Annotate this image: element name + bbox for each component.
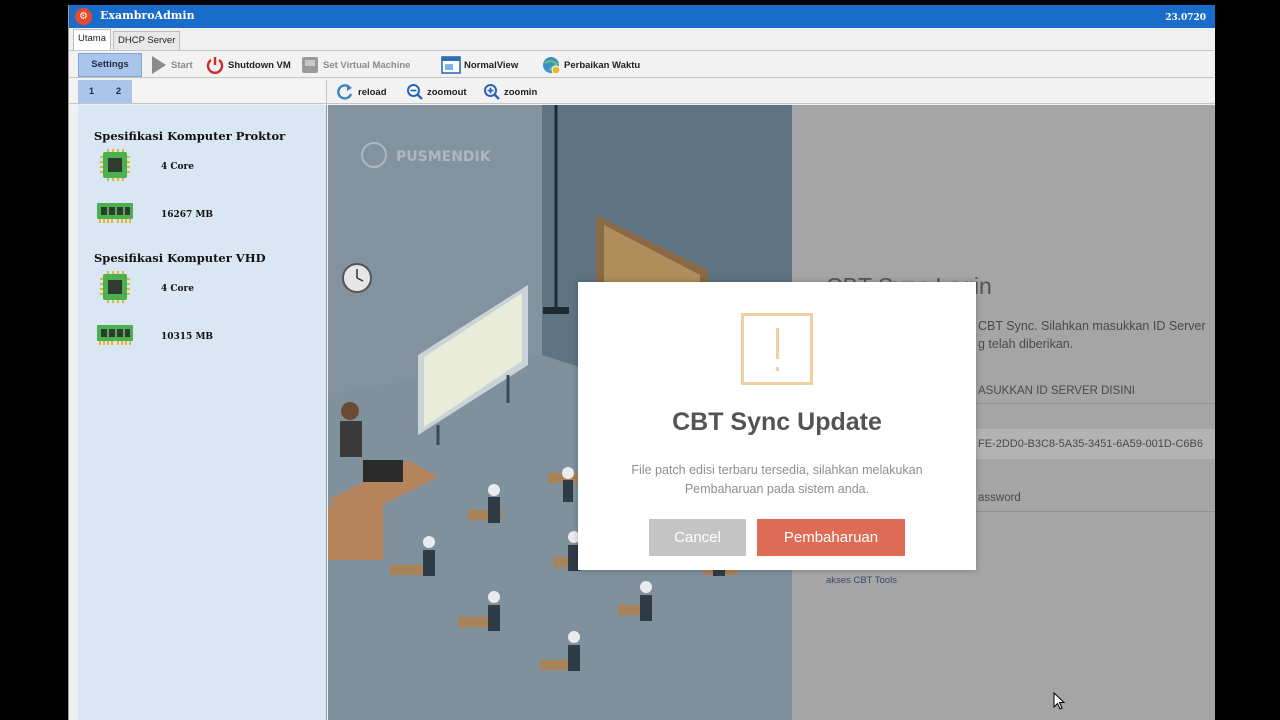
vhd-cpu-value: 4 Core xyxy=(161,284,195,294)
server-id-placeholder[interactable]: ASUKKAN ID SERVER DISINI xyxy=(978,385,1135,397)
page-selector: 1 2 xyxy=(78,80,132,103)
dialog-message-line-1: File patch edisi terbaru tersedia, silah… xyxy=(631,463,923,477)
zoomin-label: zoomin xyxy=(504,86,538,98)
tab-strip: Utama DHCP Server xyxy=(69,29,1215,51)
proktor-ram-row: 16267 MB xyxy=(96,201,213,229)
pusmendik-watermark: PUSMENDIK xyxy=(396,149,492,165)
power-icon xyxy=(205,55,225,75)
server-id-value: FE-2DD0-B3C8-5A35-3451-6A59-001D-C6B6 xyxy=(978,438,1204,450)
app-logo-icon: ⚙ xyxy=(75,8,92,25)
login-desc-2: g telah diberikan. xyxy=(978,337,1074,351)
vhd-ram-value: 10315 MB xyxy=(161,332,214,342)
virtual-machine-icon xyxy=(300,55,320,75)
zoomout-label: zoomout xyxy=(427,86,467,98)
proktor-cpu-row: 4 Core xyxy=(96,148,194,186)
shutdown-vm-button[interactable]: Shutdown VM xyxy=(205,54,291,76)
globe-clock-icon xyxy=(541,55,561,75)
dialog-title: CBT Sync Update xyxy=(672,408,882,436)
vhd-ram-row: 10315 MB xyxy=(96,323,213,351)
tab-dhcp-server[interactable]: DHCP Server xyxy=(113,31,181,50)
pager-spacer xyxy=(132,80,327,103)
dialog-message-line-2: Pembaharuan pada sistem anda. xyxy=(684,482,870,496)
pembaharuan-button[interactable]: Pembaharuan xyxy=(757,519,905,556)
cpu-chip-icon xyxy=(96,148,134,186)
settings-button[interactable]: Settings xyxy=(78,53,142,77)
cbt-tools-link[interactable]: akses CBT Tools xyxy=(826,575,897,586)
vhd-spec-title: Spesifikasi Komputer VHD xyxy=(94,251,266,265)
start-label: Start xyxy=(171,59,193,71)
perbaikan-waktu-label: Perbaikan Waktu xyxy=(564,59,641,71)
reload-icon xyxy=(335,82,355,102)
vhd-cpu-row: 4 Core xyxy=(96,270,194,308)
page-1-button[interactable]: 1 xyxy=(78,80,105,103)
zoom-out-icon xyxy=(406,83,424,101)
window-title: ExambroAdmin xyxy=(100,9,195,22)
window-view-icon xyxy=(441,55,461,75)
zoom-in-icon xyxy=(483,83,501,101)
cancel-button[interactable]: Cancel xyxy=(649,519,746,556)
set-virtual-machine-button[interactable]: Set Virtual Machine xyxy=(300,54,410,76)
start-button[interactable]: Start xyxy=(150,54,193,76)
spec-sidebar: Spesifikasi Komputer Proktor 4 Core 1626… xyxy=(78,105,327,720)
normal-view-button[interactable]: NormalView xyxy=(441,54,518,76)
version-label: 23.0720 xyxy=(1165,13,1206,23)
dialog-message: File patch edisi terbaru tersedia, silah… xyxy=(598,461,956,499)
sub-toolbar: 1 2 reload zoomout zoomin xyxy=(69,79,1215,104)
cpu-chip-icon xyxy=(96,270,134,308)
update-dialog: CBT Sync Update File patch edisi terbaru… xyxy=(578,282,976,570)
reload-label: reload xyxy=(358,86,387,98)
proktor-spec-title: Spesifikasi Komputer Proktor xyxy=(94,129,286,143)
proktor-cpu-value: 4 Core xyxy=(161,162,195,172)
tab-utama[interactable]: Utama xyxy=(73,29,111,50)
shutdown-vm-label: Shutdown VM xyxy=(228,59,291,71)
ram-module-icon xyxy=(96,201,134,229)
page-2-button[interactable]: 2 xyxy=(105,80,132,103)
reload-button[interactable]: reload xyxy=(335,81,387,103)
warning-icon xyxy=(741,313,813,385)
app-window: ⚙ ExambroAdmin 23.0720 Utama DHCP Server… xyxy=(68,5,1215,720)
ram-module-icon xyxy=(96,323,134,351)
perbaikan-waktu-button[interactable]: Perbaikan Waktu xyxy=(541,54,640,76)
mouse-cursor-icon xyxy=(1053,692,1065,710)
title-bar: ⚙ ExambroAdmin 23.0720 xyxy=(69,5,1215,28)
main-toolbar: Settings Start Shutdown VM Set Virtual M… xyxy=(69,52,1215,78)
zoomin-button[interactable]: zoomin xyxy=(483,81,537,103)
password-placeholder[interactable]: assword xyxy=(978,492,1021,504)
login-desc-1: CBT Sync. Silahkan masukkan ID Server xyxy=(978,319,1206,333)
proktor-ram-value: 16267 MB xyxy=(161,210,214,220)
set-virtual-machine-label: Set Virtual Machine xyxy=(323,59,411,71)
zoomout-button[interactable]: zoomout xyxy=(406,81,467,103)
normal-view-label: NormalView xyxy=(464,59,519,71)
play-icon xyxy=(150,55,168,75)
